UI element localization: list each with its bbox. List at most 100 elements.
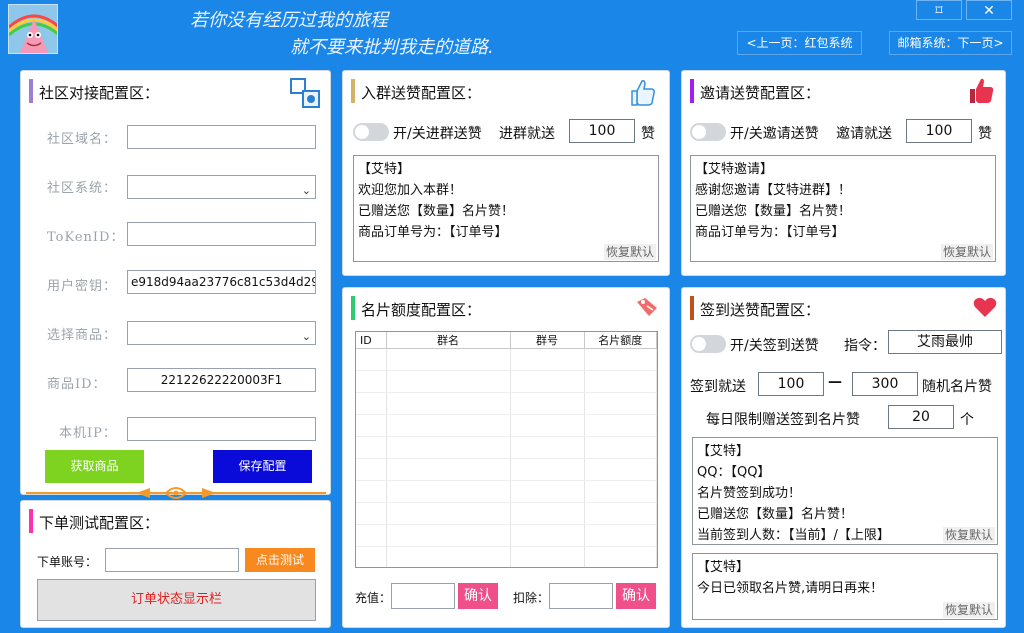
join-group-toggle[interactable]: [353, 123, 389, 141]
command-input[interactable]: 艾雨最帅: [888, 330, 1002, 354]
column-header-id[interactable]: ID: [356, 332, 387, 349]
msg-line: 商品订单号为：【订单号】: [358, 225, 508, 240]
slogan-line-1: 若你没有经历过我的旅程: [190, 10, 388, 31]
checkin-accent-bar: [690, 296, 694, 320]
table-row[interactable]: [356, 348, 657, 371]
invite-amount-input[interactable]: 100: [906, 119, 972, 143]
msg-line: 名片赞签到成功！: [697, 486, 802, 501]
checkin-min-input[interactable]: 100: [758, 372, 824, 396]
domain-input[interactable]: [127, 125, 316, 149]
msg-line: 已赠送您【数量】名片赞！: [358, 204, 515, 219]
order-test-title: 下单测试配置区：: [39, 514, 160, 532]
checkin-message-box[interactable]: 【艾特】 QQ：【QQ】 名片赞签到成功！ 已赠送您【数量】名片赞！ 当前签到人…: [692, 437, 998, 545]
next-page-button[interactable]: 邮箱系统：下一页>: [889, 31, 1012, 55]
checkin-repeat-restore-button[interactable]: 恢复默认: [942, 602, 995, 618]
checkin-toggle[interactable]: [690, 335, 726, 353]
join-group-unit: 赞: [641, 126, 655, 142]
table-row[interactable]: [356, 546, 657, 567]
table-row[interactable]: [356, 392, 657, 415]
thumbs-up-red-icon: [968, 77, 996, 109]
ornament-divider: [26, 486, 326, 500]
checkin-max-input[interactable]: 300: [852, 372, 918, 396]
join-group-accent-bar: [351, 79, 355, 103]
column-header-group-number[interactable]: 群号: [510, 332, 585, 349]
goods-id-label: 商品ID：: [47, 377, 107, 392]
daily-limit-label: 每日限制赠送签到名片赞: [706, 412, 860, 428]
card-quota-panel: 名片额度配置区： ID 群名 群号 名片额度 充值： 确认 扣除： 确认: [342, 287, 670, 628]
local-ip-label: 本机IP：: [59, 426, 117, 441]
table-row[interactable]: [356, 414, 657, 437]
token-label: ToKenID：: [47, 230, 125, 245]
local-ip-input[interactable]: [127, 417, 316, 441]
daily-limit-input[interactable]: 20: [888, 405, 954, 429]
gift-tag-icon: [635, 296, 659, 322]
msg-line: 【艾特】: [697, 560, 750, 575]
chevron-down-icon: ⌄: [301, 184, 311, 197]
order-account-input[interactable]: [105, 548, 239, 572]
recharge-confirm-button[interactable]: 确认: [458, 583, 498, 609]
order-test-panel: 下单测试配置区： 下单账号： 点击测试 订单状态显示栏: [20, 500, 331, 628]
msg-line: 商品订单号为：【订单号】: [695, 225, 845, 240]
close-button[interactable]: ✕: [966, 0, 1012, 20]
invite-amount-label: 邀请就送: [836, 126, 892, 142]
invite-message-box[interactable]: 【艾特邀请】 感谢您邀请【艾特进群】！ 已赠送您【数量】名片赞！ 商品订单号为：…: [690, 155, 996, 262]
thumbs-up-icon: [631, 79, 657, 111]
msg-line: 今日已领取名片赞,请明日再来！: [697, 581, 884, 596]
deduct-label: 扣除：: [513, 591, 550, 605]
prev-page-button[interactable]: <上一页：红包系统: [737, 31, 862, 55]
range-dash: —: [828, 374, 842, 390]
network-icon: [289, 77, 321, 113]
table-row[interactable]: [356, 524, 657, 547]
order-status-bar: 订单状态显示栏: [37, 579, 316, 621]
community-accent-bar: [29, 79, 33, 103]
msg-line: 已赠送您【数量】名片赞！: [695, 204, 852, 219]
checkin-panel: 签到送赞配置区： 开/关签到送赞 指令： 艾雨最帅 签到就送 100 — 300…: [681, 287, 1006, 628]
table-row[interactable]: [356, 502, 657, 525]
fetch-goods-button[interactable]: 获取商品: [45, 450, 144, 483]
join-group-amount-label: 进群就送: [499, 126, 555, 142]
invite-title: 邀请送赞配置区：: [700, 84, 821, 102]
checkin-send-label: 签到就送: [690, 379, 746, 395]
card-quota-accent-bar: [351, 296, 355, 320]
goods-select-label: 选择商品：: [47, 328, 118, 343]
table-row[interactable]: [356, 480, 657, 503]
user-key-input[interactable]: e918d94aa23776c81c53d4d29c: [127, 270, 316, 294]
card-quota-title: 名片额度配置区：: [361, 301, 482, 319]
join-group-amount-input[interactable]: 100: [569, 119, 635, 143]
table-row[interactable]: [356, 436, 657, 459]
msg-line: 感谢您邀请【艾特进群】！: [695, 183, 852, 198]
checkin-repeat-message-box[interactable]: 【艾特】 今日已领取名片赞,请明日再来！ 恢复默认: [692, 553, 998, 620]
card-quota-table[interactable]: ID 群名 群号 名片额度: [355, 331, 658, 568]
goods-id-input[interactable]: 22122622220003F1: [127, 368, 316, 392]
join-group-message-box[interactable]: 【艾特】 欢迎您加入本群！ 已赠送您【数量】名片赞！ 商品订单号为：【订单号】 …: [353, 155, 659, 262]
goods-select[interactable]: ⌄: [127, 321, 316, 345]
checkin-title: 签到送赞配置区：: [700, 301, 821, 319]
community-title: 社区对接配置区：: [39, 84, 160, 102]
order-account-label: 下单账号：: [37, 555, 98, 569]
join-group-toggle-label: 开/关进群送赞: [393, 126, 482, 142]
community-config-panel: 社区对接配置区： 社区域名： 社区系统： ⌄ ToKenID： 用户密钥： e9…: [20, 70, 331, 495]
slogan-line-2: 就不要来批判我走的道路.: [290, 37, 494, 58]
join-group-restore-button[interactable]: 恢复默认: [603, 244, 656, 260]
msg-line: 已赠送您【数量】名片赞！: [697, 507, 854, 522]
order-test-accent-bar: [29, 509, 33, 533]
table-row[interactable]: [356, 458, 657, 481]
token-input[interactable]: [127, 222, 316, 246]
recharge-input[interactable]: [391, 583, 455, 609]
invite-restore-button[interactable]: 恢复默认: [940, 244, 993, 260]
minimize-button[interactable]: ⌑: [916, 0, 962, 20]
deduct-confirm-button[interactable]: 确认: [616, 583, 656, 609]
column-header-card-quota[interactable]: 名片额度: [584, 332, 657, 349]
recharge-label: 充值：: [355, 591, 392, 605]
save-config-button[interactable]: 保存配置: [213, 450, 312, 483]
column-header-group-name[interactable]: 群名: [386, 332, 511, 349]
msg-line: 【艾特邀请】: [695, 162, 774, 177]
test-order-button[interactable]: 点击测试: [245, 548, 315, 572]
system-label: 社区系统：: [47, 181, 118, 196]
checkin-restore-button[interactable]: 恢复默认: [942, 527, 995, 543]
deduct-input[interactable]: [549, 583, 613, 609]
system-select[interactable]: ⌄: [127, 175, 316, 199]
table-row[interactable]: [356, 370, 657, 393]
invite-toggle-label: 开/关邀请送赞: [730, 126, 819, 142]
invite-toggle[interactable]: [690, 123, 726, 141]
